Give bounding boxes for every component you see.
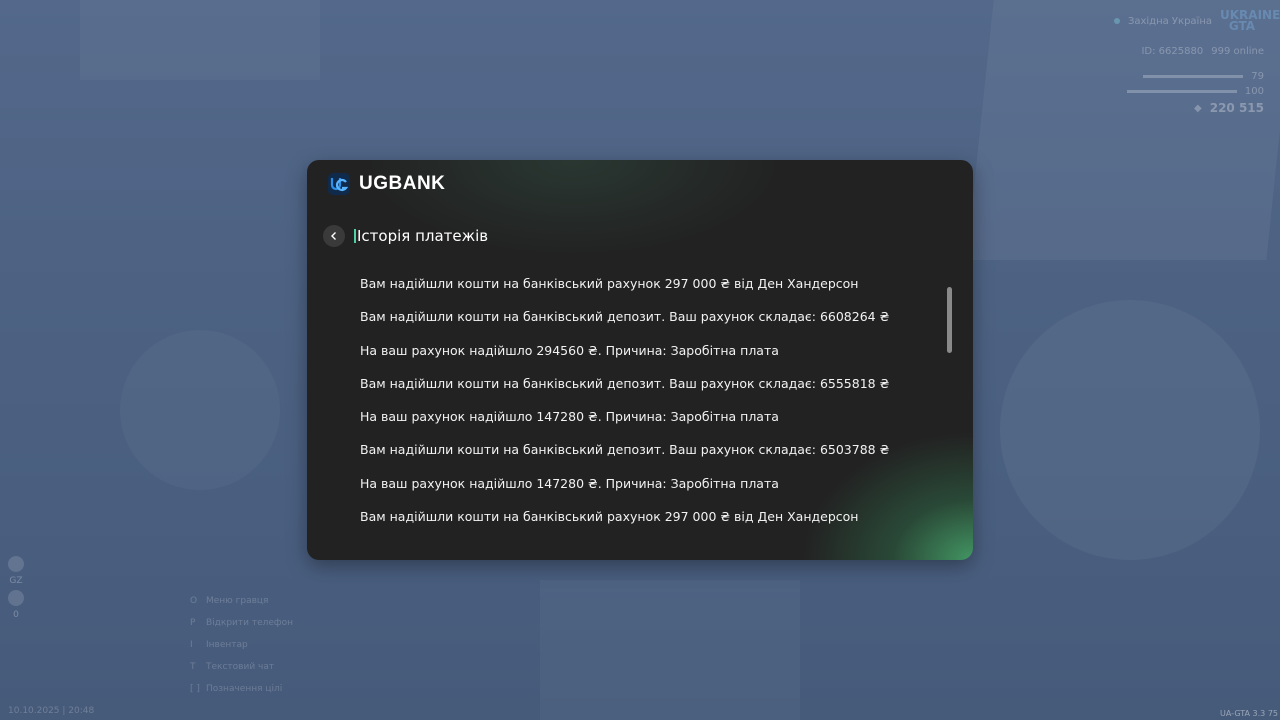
bank-brand: UGBANK [327,172,445,196]
title-accent-bar [354,229,356,243]
voice-icon [8,590,24,606]
ugbank-logo-icon [328,173,350,195]
transaction-item: Вам надійшли кошти на банківський депози… [360,375,890,391]
page-header: Історія платежів [323,225,488,247]
background-shape [1000,300,1260,560]
transaction-item: На ваш рахунок надійшло 147280 ₴. Причин… [360,409,779,425]
hud-top-right: Західна Україна UKRAINE GTA ID: 6625880 … [1113,8,1280,129]
hud-version: UA-GTA 3.3 75 [1220,709,1278,718]
transaction-list[interactable]: Вам надійшли кошти на банківський рахуно… [360,274,940,540]
money-icon: ◆ [1194,102,1202,114]
bank-panel: UGBANK Історія платежів Вам надійшли кош… [307,160,973,560]
key-hint: O Меню гравця [190,596,269,606]
version-number: 75 [1267,709,1278,718]
hud-money: 220 515 [1209,101,1264,115]
hud-side: GZ 0 [8,556,24,620]
background-shape [540,580,800,720]
radio-icon [8,556,24,572]
transaction-item: Вам надійшли кошти на банківський депози… [360,309,890,325]
chevron-left-icon [331,232,336,240]
hud-online-count: 999 online [1211,46,1264,57]
transaction-item: На ваш рахунок надійшло 294560 ₴. Причин… [360,342,779,358]
transaction-item: Вам надійшли кошти на банківський рахуно… [360,276,859,291]
key-hint: I Інвентар [190,640,248,650]
background-shape [80,0,320,80]
armor-bar [1126,90,1237,93]
hud-player-id: ID: 6625880 [1141,46,1204,57]
hud-stat-b: 100 [1244,86,1264,97]
bank-name: UGBANK [359,173,446,194]
hud-datetime: 10.10.2025 | 20:48 [8,706,95,716]
transaction-item: На ваш рахунок надійшло 147280 ₴. Причин… [360,475,779,491]
version-label: UA-GTA 3.3 [1220,709,1266,718]
hud-side-a: GZ [9,576,23,586]
health-bar [1143,75,1244,78]
hud-stat-a: 79 [1251,71,1264,82]
transaction-item: Вам надійшли кошти на банківський рахуно… [360,509,859,525]
hud-status: Західна Україна [1127,15,1212,27]
status-dot-icon [1113,18,1120,24]
hud-brand-logo: UKRAINE GTA [1220,8,1280,33]
key-hint: [ ] Позначення цілі [190,684,283,694]
page-title: Історія платежів [357,227,489,245]
hud-key-hints: O Меню гравця P Відкрити телефон I Інвентар… [190,590,293,700]
scrollbar-thumb[interactable] [947,287,952,353]
transaction-item: Вам надійшли кошти на банківський депози… [360,442,890,458]
key-hint: P Відкрити телефон [190,618,294,628]
background-shape [120,330,280,490]
hud-side-b: 0 [13,610,19,620]
key-hint: T Текстовий чат [190,662,275,672]
back-button[interactable] [323,225,345,247]
